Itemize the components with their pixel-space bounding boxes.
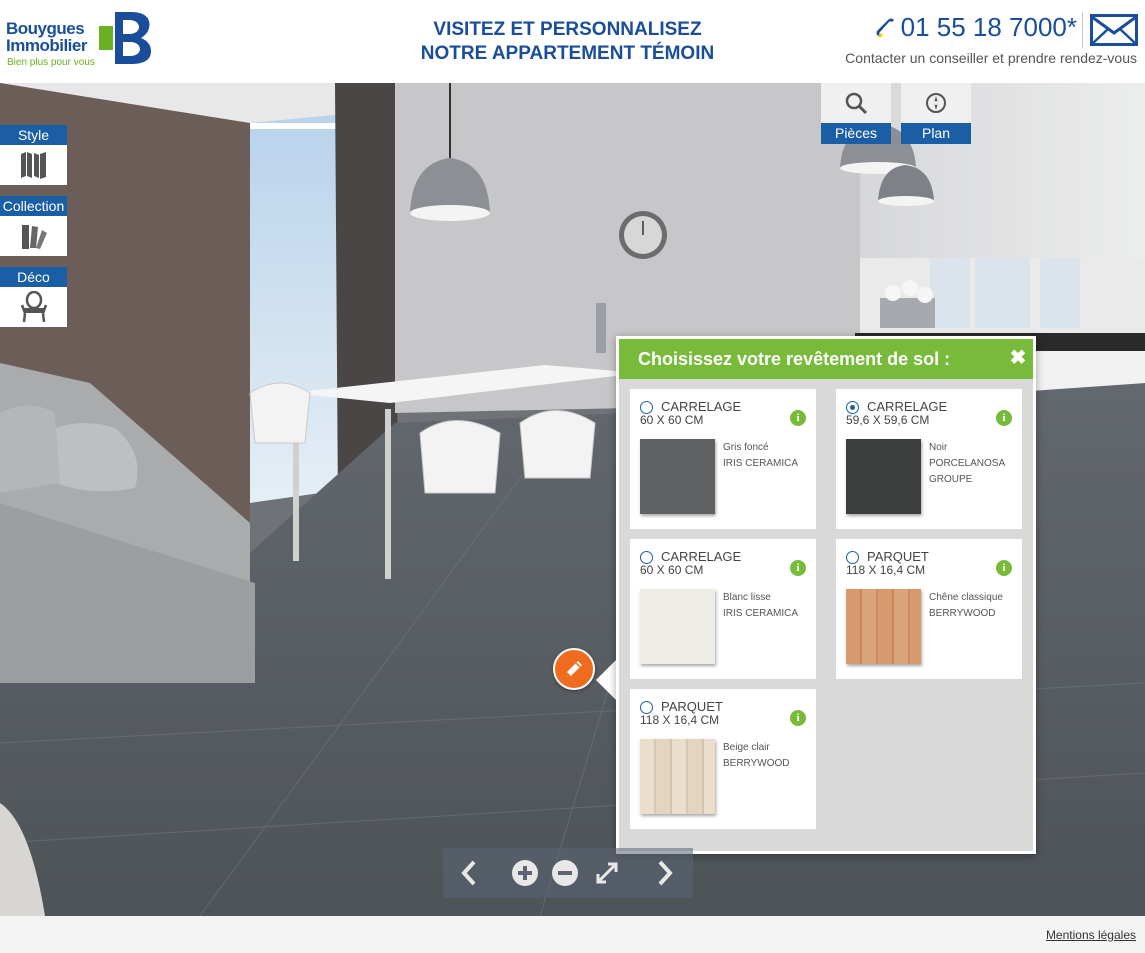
site-footer: Mentions légales	[0, 916, 1145, 953]
rooms-button-label[interactable]: Pièces	[821, 123, 891, 144]
fullscreen-icon	[596, 862, 618, 884]
compass-icon	[926, 93, 946, 113]
search-icon	[845, 92, 868, 115]
collection-tool-button[interactable]	[0, 216, 67, 256]
option-brand: PORCELANOSA	[929, 458, 1006, 469]
option-details: Beige clair BERRYWOOD	[723, 740, 811, 772]
option-brand: BERRYWOOD	[723, 758, 790, 769]
option-size: 118 X 16,4 CM	[846, 563, 926, 577]
collection-tool[interactable]: Collection	[0, 196, 67, 256]
floor-option-card[interactable]: PARQUET 118 X 16,4 CM i Chêne classique …	[836, 539, 1022, 679]
phone-number[interactable]: 01 55 18 7000*	[901, 12, 1077, 43]
option-name: Noir	[929, 442, 948, 453]
page-headline: VISITEZ ET PERSONNALISEZ NOTRE APPARTEME…	[380, 18, 755, 66]
option-brand: BERRYWOOD	[929, 608, 996, 619]
rooms-button[interactable]: Pièces	[821, 83, 891, 144]
floor-option-card[interactable]: CARRELAGE 59,6 X 59,6 CM i Noir PORCELAN…	[836, 389, 1022, 529]
info-icon[interactable]: i	[790, 710, 806, 726]
info-icon[interactable]: i	[996, 560, 1012, 576]
option-details: Blanc lisse IRIS CERAMICA	[723, 590, 811, 622]
previous-button[interactable]	[453, 857, 485, 889]
phone-block[interactable]: 01 55 18 7000*	[873, 12, 1077, 43]
panel-pointer	[596, 658, 618, 702]
plan-button-label[interactable]: Plan	[901, 123, 971, 144]
chevron-left-icon	[461, 860, 476, 886]
book-icon	[20, 152, 46, 179]
option-size: 60 X 60 CM	[640, 563, 704, 577]
option-type: CARRELAGE	[661, 549, 742, 564]
rooms-button-icon-area[interactable]	[821, 83, 891, 123]
zoom-out-icon	[552, 860, 578, 886]
option-type: PARQUET	[661, 699, 723, 714]
option-swatch[interactable]	[846, 589, 921, 664]
chevron-right-icon	[658, 860, 673, 886]
legal-notice-link[interactable]: Mentions légales	[1046, 928, 1136, 942]
option-name: Chêne classique	[929, 592, 1003, 603]
headline-line1: VISITEZ ET PERSONNALISEZ	[433, 19, 702, 40]
option-swatch[interactable]	[640, 589, 715, 664]
plan-button-icon-area[interactable]	[901, 83, 971, 123]
option-name: Blanc lisse	[723, 592, 771, 603]
floor-option-card[interactable]: CARRELAGE 60 X 60 CM i Blanc lisse IRIS …	[630, 539, 816, 679]
floor-option-card[interactable]: CARRELAGE 60 X 60 CM i Gris foncé IRIS C…	[630, 389, 816, 529]
logo-text: Bouygues Immobilier	[6, 20, 87, 54]
chair-icon	[20, 291, 47, 323]
headline-line2: NOTRE APPARTEMENT TÉMOIN	[420, 43, 715, 64]
header-divider	[1082, 12, 1083, 48]
zoom-in-button[interactable]	[509, 857, 541, 889]
next-button[interactable]	[649, 857, 681, 889]
edit-hotspot[interactable]	[553, 648, 595, 690]
mail-icon[interactable]	[1090, 14, 1138, 46]
info-icon[interactable]: i	[790, 410, 806, 426]
phone-number-row[interactable]: 01 55 18 7000*	[873, 12, 1077, 43]
phone-icon	[876, 18, 894, 38]
info-icon[interactable]: i	[996, 410, 1012, 426]
swatches-icon	[21, 225, 47, 249]
option-details: Chêne classique BERRYWOOD	[929, 590, 1017, 622]
option-type: CARRELAGE	[867, 399, 948, 414]
floor-option-card[interactable]: PARQUET 118 X 16,4 CM i Beige clair BERR…	[630, 689, 816, 829]
option-details: Noir PORCELANOSA GROUPE	[929, 440, 1017, 488]
panel-title: Choisissez votre revêtement de sol :	[619, 339, 1033, 379]
style-tool[interactable]: Style	[0, 125, 67, 185]
option-swatch[interactable]	[640, 439, 715, 514]
option-type: CARRELAGE	[661, 399, 742, 414]
bouygues-logo-icon	[99, 12, 151, 64]
deco-tool[interactable]: Déco	[0, 267, 67, 327]
style-tool-button[interactable]	[0, 145, 67, 185]
option-swatch[interactable]	[846, 439, 921, 514]
style-tool-label[interactable]: Style	[0, 125, 67, 145]
viewer-navigation	[443, 848, 693, 898]
flooring-panel: Choisissez votre revêtement de sol : ✖ C…	[616, 336, 1036, 854]
collection-tool-label[interactable]: Collection	[0, 196, 67, 216]
option-name: Beige clair	[723, 742, 770, 753]
option-size: 60 X 60 CM	[640, 413, 704, 427]
fullscreen-button[interactable]	[591, 857, 623, 889]
info-icon[interactable]: i	[790, 560, 806, 576]
logo-line2: Immobilier	[6, 36, 87, 55]
deco-tool-label[interactable]: Déco	[0, 267, 67, 287]
site-header: Bouygues Immobilier Bien plus pour vous …	[0, 0, 1145, 83]
option-swatch[interactable]	[640, 739, 715, 814]
virtual-tour-viewer[interactable]: Style Collection Déco Pièces Plan Choisi…	[0, 83, 1145, 916]
option-size: 59,6 X 59,6 CM	[846, 413, 930, 427]
plan-button[interactable]: Plan	[901, 83, 971, 144]
option-brand: IRIS CERAMICA	[723, 458, 799, 469]
close-icon[interactable]: ✖	[1009, 348, 1027, 368]
logo-line1: Bouygues	[6, 19, 85, 38]
option-brand: IRIS CERAMICA	[723, 608, 799, 619]
logo-tagline: Bien plus pour vous	[7, 57, 95, 68]
zoom-out-button[interactable]	[549, 857, 581, 889]
option-size: 118 X 16,4 CM	[640, 713, 720, 727]
contact-link[interactable]: Contacter un conseiller et prendre rende…	[845, 50, 1137, 66]
option-brand-line2: GROUPE	[929, 474, 973, 485]
zoom-in-icon	[512, 860, 538, 886]
deco-tool-button[interactable]	[0, 287, 67, 327]
brand-logo[interactable]: Bouygues Immobilier Bien plus pour vous	[6, 12, 156, 72]
pencil-icon	[566, 661, 582, 677]
option-name: Gris foncé	[723, 442, 769, 453]
option-type: PARQUET	[867, 549, 929, 564]
option-details: Gris foncé IRIS CERAMICA	[723, 440, 811, 472]
